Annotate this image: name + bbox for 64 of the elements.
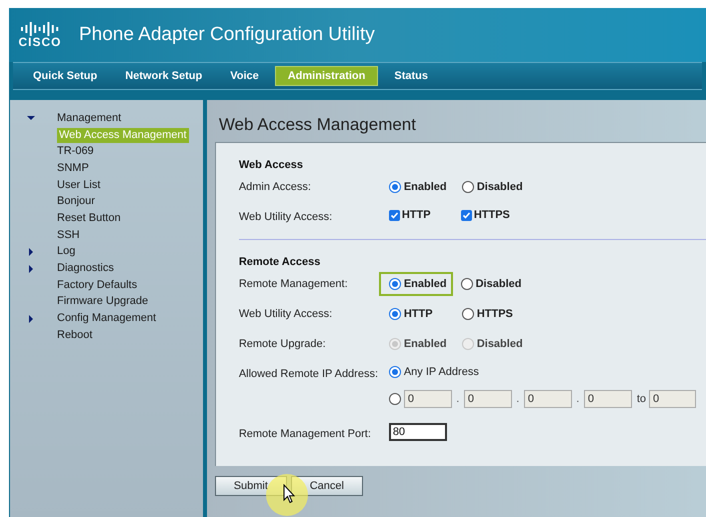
checkbox-label[interactable]: HTTPS bbox=[474, 207, 510, 224]
radio-label[interactable]: HTTP bbox=[404, 306, 433, 322]
nav-tab[interactable]: Network Setup bbox=[113, 66, 214, 86]
sidebar-item[interactable]: Factory Defaults bbox=[57, 278, 138, 293]
logo-bars-icon bbox=[20, 22, 60, 36]
nav-tab[interactable]: Voice bbox=[218, 66, 271, 86]
radio-label[interactable]: HTTPS bbox=[476, 306, 513, 322]
radio-button[interactable] bbox=[388, 393, 401, 405]
port-field[interactable]: 80 bbox=[388, 423, 447, 441]
sidebar-item[interactable]: Diagnostics bbox=[57, 261, 114, 276]
radio-label[interactable]: Enabled bbox=[404, 276, 447, 292]
section-heading: Web Access bbox=[238, 158, 304, 173]
app-title: Phone Adapter Configuration Utility bbox=[79, 22, 375, 47]
dot-separator: . bbox=[455, 392, 460, 407]
field-label: Web Utility Access: bbox=[238, 210, 334, 225]
nav-tab[interactable]: Quick Setup bbox=[21, 66, 110, 86]
field-label: Remote Management Port: bbox=[238, 427, 372, 442]
radio-label[interactable]: Any IP Address bbox=[404, 364, 479, 380]
section-heading: Remote Access bbox=[238, 255, 322, 270]
nav-tab[interactable]: Status bbox=[382, 66, 440, 86]
range-label: to bbox=[636, 392, 646, 407]
caret-right-icon[interactable] bbox=[27, 264, 35, 273]
checkbox-label[interactable]: HTTP bbox=[402, 207, 431, 224]
field-label: Admin Access: bbox=[238, 180, 312, 195]
sidebar-item[interactable]: SNMP bbox=[57, 160, 89, 176]
sidebar-item[interactable]: SSH bbox=[57, 228, 80, 243]
ip-octet-field[interactable]: 0 bbox=[524, 390, 572, 408]
ip-octet-field[interactable]: 0 bbox=[404, 390, 452, 408]
ip-range-field[interactable]: 0 bbox=[649, 390, 696, 408]
radio-label[interactable]: Enabled bbox=[404, 178, 447, 196]
field-label: Remote Management: bbox=[238, 277, 349, 292]
sidebar-item[interactable]: Management bbox=[57, 110, 122, 126]
sidebar-item[interactable]: Reset Button bbox=[57, 210, 121, 226]
sidebar-item[interactable]: Reboot bbox=[57, 328, 92, 343]
dot-separator: . bbox=[515, 392, 520, 407]
radio-button[interactable] bbox=[388, 366, 401, 378]
radio-button[interactable] bbox=[462, 181, 474, 193]
field-label: Allowed Remote IP Address: bbox=[238, 367, 380, 382]
sidebar-item[interactable]: Firmware Upgrade bbox=[57, 294, 148, 310]
field-label: Web Utility Access: bbox=[238, 307, 334, 322]
ip-octet-field[interactable]: 0 bbox=[464, 390, 512, 408]
checkbox[interactable] bbox=[460, 210, 472, 221]
sidebar-item[interactable]: Bonjour bbox=[57, 194, 95, 210]
caret-right-icon[interactable] bbox=[27, 248, 35, 256]
sidebar-item[interactable]: User List bbox=[57, 178, 100, 193]
radio-button[interactable] bbox=[388, 308, 401, 320]
radio-label[interactable]: Disabled bbox=[476, 276, 522, 292]
sidebar-item[interactable]: Log bbox=[57, 244, 76, 260]
sidebar-item[interactable]: Config Management bbox=[57, 311, 156, 326]
cursor-icon bbox=[283, 484, 295, 504]
radio-label[interactable]: Disabled bbox=[476, 178, 523, 196]
ip-octet-field[interactable]: 0 bbox=[584, 390, 632, 408]
caret-right-icon[interactable] bbox=[27, 314, 35, 323]
radio-button[interactable] bbox=[388, 278, 401, 290]
checkbox[interactable] bbox=[388, 210, 400, 221]
dot-separator: . bbox=[575, 392, 580, 407]
page-title: Web Access Management bbox=[218, 114, 417, 136]
caret-down-icon[interactable] bbox=[27, 114, 35, 122]
field-label: Remote Upgrade: bbox=[238, 337, 327, 352]
radio-button[interactable] bbox=[388, 181, 401, 193]
logo-text: CISCO bbox=[18, 36, 62, 48]
sidebar-item[interactable]: TR-069 bbox=[57, 144, 94, 160]
radio-button[interactable] bbox=[462, 308, 474, 320]
radio-button[interactable] bbox=[460, 278, 473, 290]
